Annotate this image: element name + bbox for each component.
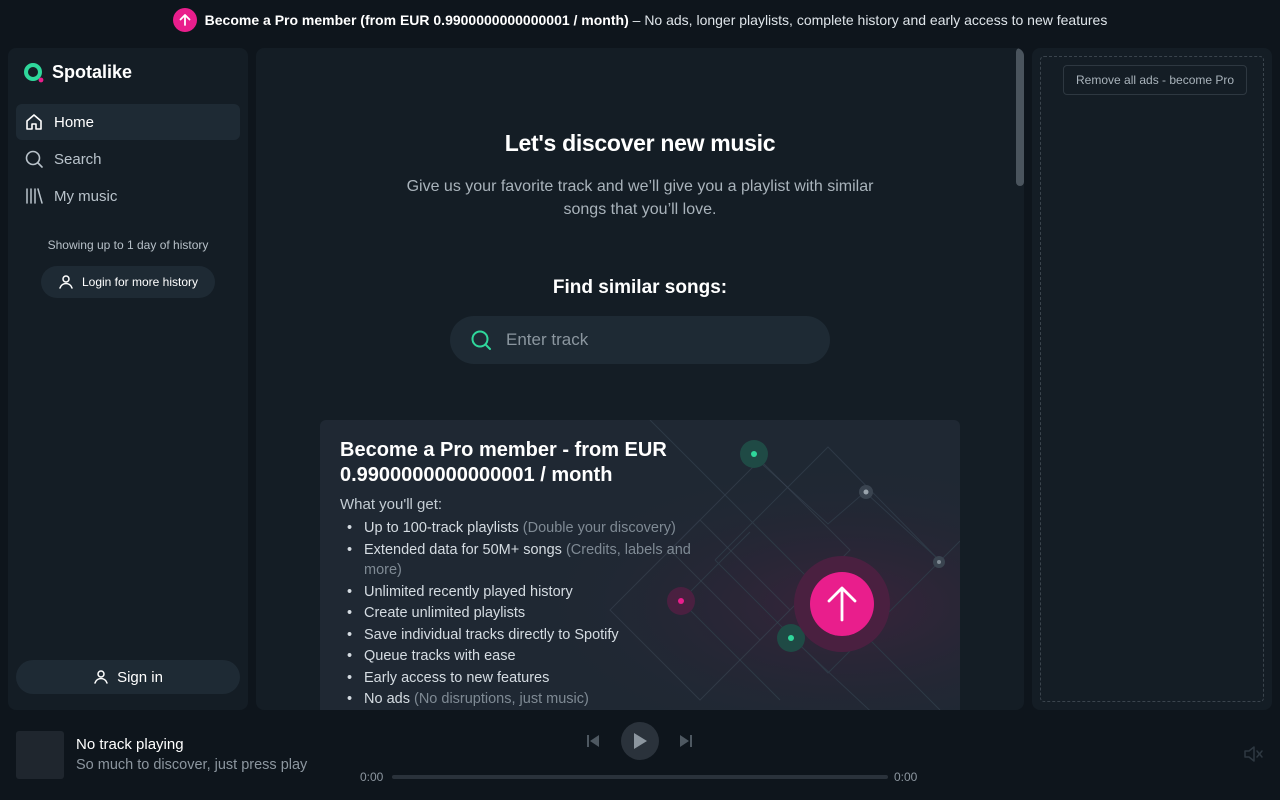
search-icon [471,330,491,350]
total-time: 0:00 [894,770,918,784]
feature-text: Early access to new features [364,669,550,686]
remove-ads-button[interactable]: Remove all ads - become Pro [1063,65,1248,95]
home-icon [26,114,42,130]
pro-features-list: Up to 100-track playlists (Double your d… [344,518,704,710]
sidebar-item-label: My music [54,187,118,205]
history-note: Showing up to 1 day of history [47,238,209,252]
banner-text: Become a Pro member (from EUR 0.99000000… [205,12,1108,28]
login-button-label: Login for more history [81,275,199,289]
scrollbar-thumb[interactable] [1016,48,1024,186]
now-playing-title: No track playing [76,736,184,753]
feature-text: Create unlimited playlists [364,605,526,621]
pro-card-title: Become a Pro member - from EUR 0.9900000… [340,439,667,486]
user-icon [94,670,108,684]
feature-note: (No disruptions, just music) [413,691,589,707]
now-playing-subtitle: So much to discover, just press play [76,757,308,773]
sidebar-item-my-music[interactable]: My music [16,178,240,214]
banner-bold-text: Become a Pro member (from EUR 0.99000000… [204,12,629,28]
skip-back-icon [587,735,599,747]
feature-text: Unlimited recently played history [364,583,573,600]
logo[interactable]: Spotalike [24,62,132,83]
elapsed-time: 0:00 [360,770,384,784]
pro-card-subheading: What you'll get: [340,496,443,513]
feature-text: No ads [364,691,410,707]
logo-text: Spotalike [52,62,133,82]
list-item: Extended data for 50M+ songs (Credits, l… [344,540,704,581]
sign-in-label: Sign in [117,668,163,686]
sign-in-button[interactable]: Sign in [16,660,240,694]
find-similar-heading: Find similar songs: [552,277,728,298]
player-bar: No track playing So much to discover, ju… [0,718,1280,800]
login-for-history-button[interactable]: Login for more history [41,266,215,298]
banner-rest-text: – No ads, longer playlists, complete his… [632,12,1108,28]
sidebar-nav: Home Search My music [16,104,240,215]
sidebar-item-home[interactable]: Home [16,104,240,140]
volume-button[interactable] [1244,746,1264,767]
mute-icon [1244,746,1263,762]
list-item: Early access to new features [344,668,704,689]
ad-placeholder: Remove all ads - become Pro [1040,56,1264,702]
next-track-button[interactable] [679,734,693,753]
search-icon [25,150,43,168]
user-icon [59,275,73,289]
feature-text: Queue tracks with ease [364,648,516,664]
previous-track-button[interactable] [586,734,600,753]
arrow-up-icon [172,8,197,32]
ad-panel: Remove all ads - become Pro [1032,48,1272,710]
play-button[interactable] [621,722,659,760]
list-item: No ads (No disruptions, just music) [344,689,704,710]
play-icon [634,733,647,749]
progress-bar[interactable] [392,775,888,779]
page-title: Let's discover new music [504,130,776,156]
feature-text: Up to 100-track playlists [364,520,519,536]
logo-icon [24,62,44,82]
main-content: Let's discover new music Give us your fa… [256,48,1024,710]
list-item: Create unlimited playlists [344,603,704,624]
track-search-box[interactable] [450,316,830,364]
album-art [16,731,64,779]
feature-note: (Double your discovery) [522,520,676,536]
feature-text: Extended data for 50M+ songs [364,541,562,558]
sidebar-item-search[interactable]: Search [16,141,240,177]
sidebar-item-label: Home [54,113,95,131]
sidebar-item-label: Search [54,150,102,168]
pro-banner[interactable]: Become a Pro member (from EUR 0.99000000… [0,0,1280,40]
pro-promo-card[interactable]: Become a Pro member - from EUR 0.9900000… [320,420,960,710]
page-subtitle: Give us your favorite track and we’ll gi… [406,178,874,218]
list-item: Queue tracks with ease [344,646,704,667]
list-item: Save individual tracks directly to Spoti… [344,625,704,646]
skip-forward-icon [680,735,692,747]
track-search-input[interactable] [506,330,796,350]
list-item: Unlimited recently played history [344,582,704,603]
feature-text: Save individual tracks directly to Spoti… [364,626,619,643]
library-icon [26,188,43,204]
list-item: Up to 100-track playlists (Double your d… [344,518,704,539]
sidebar: Spotalike Home Search My music Showing u… [8,48,248,710]
